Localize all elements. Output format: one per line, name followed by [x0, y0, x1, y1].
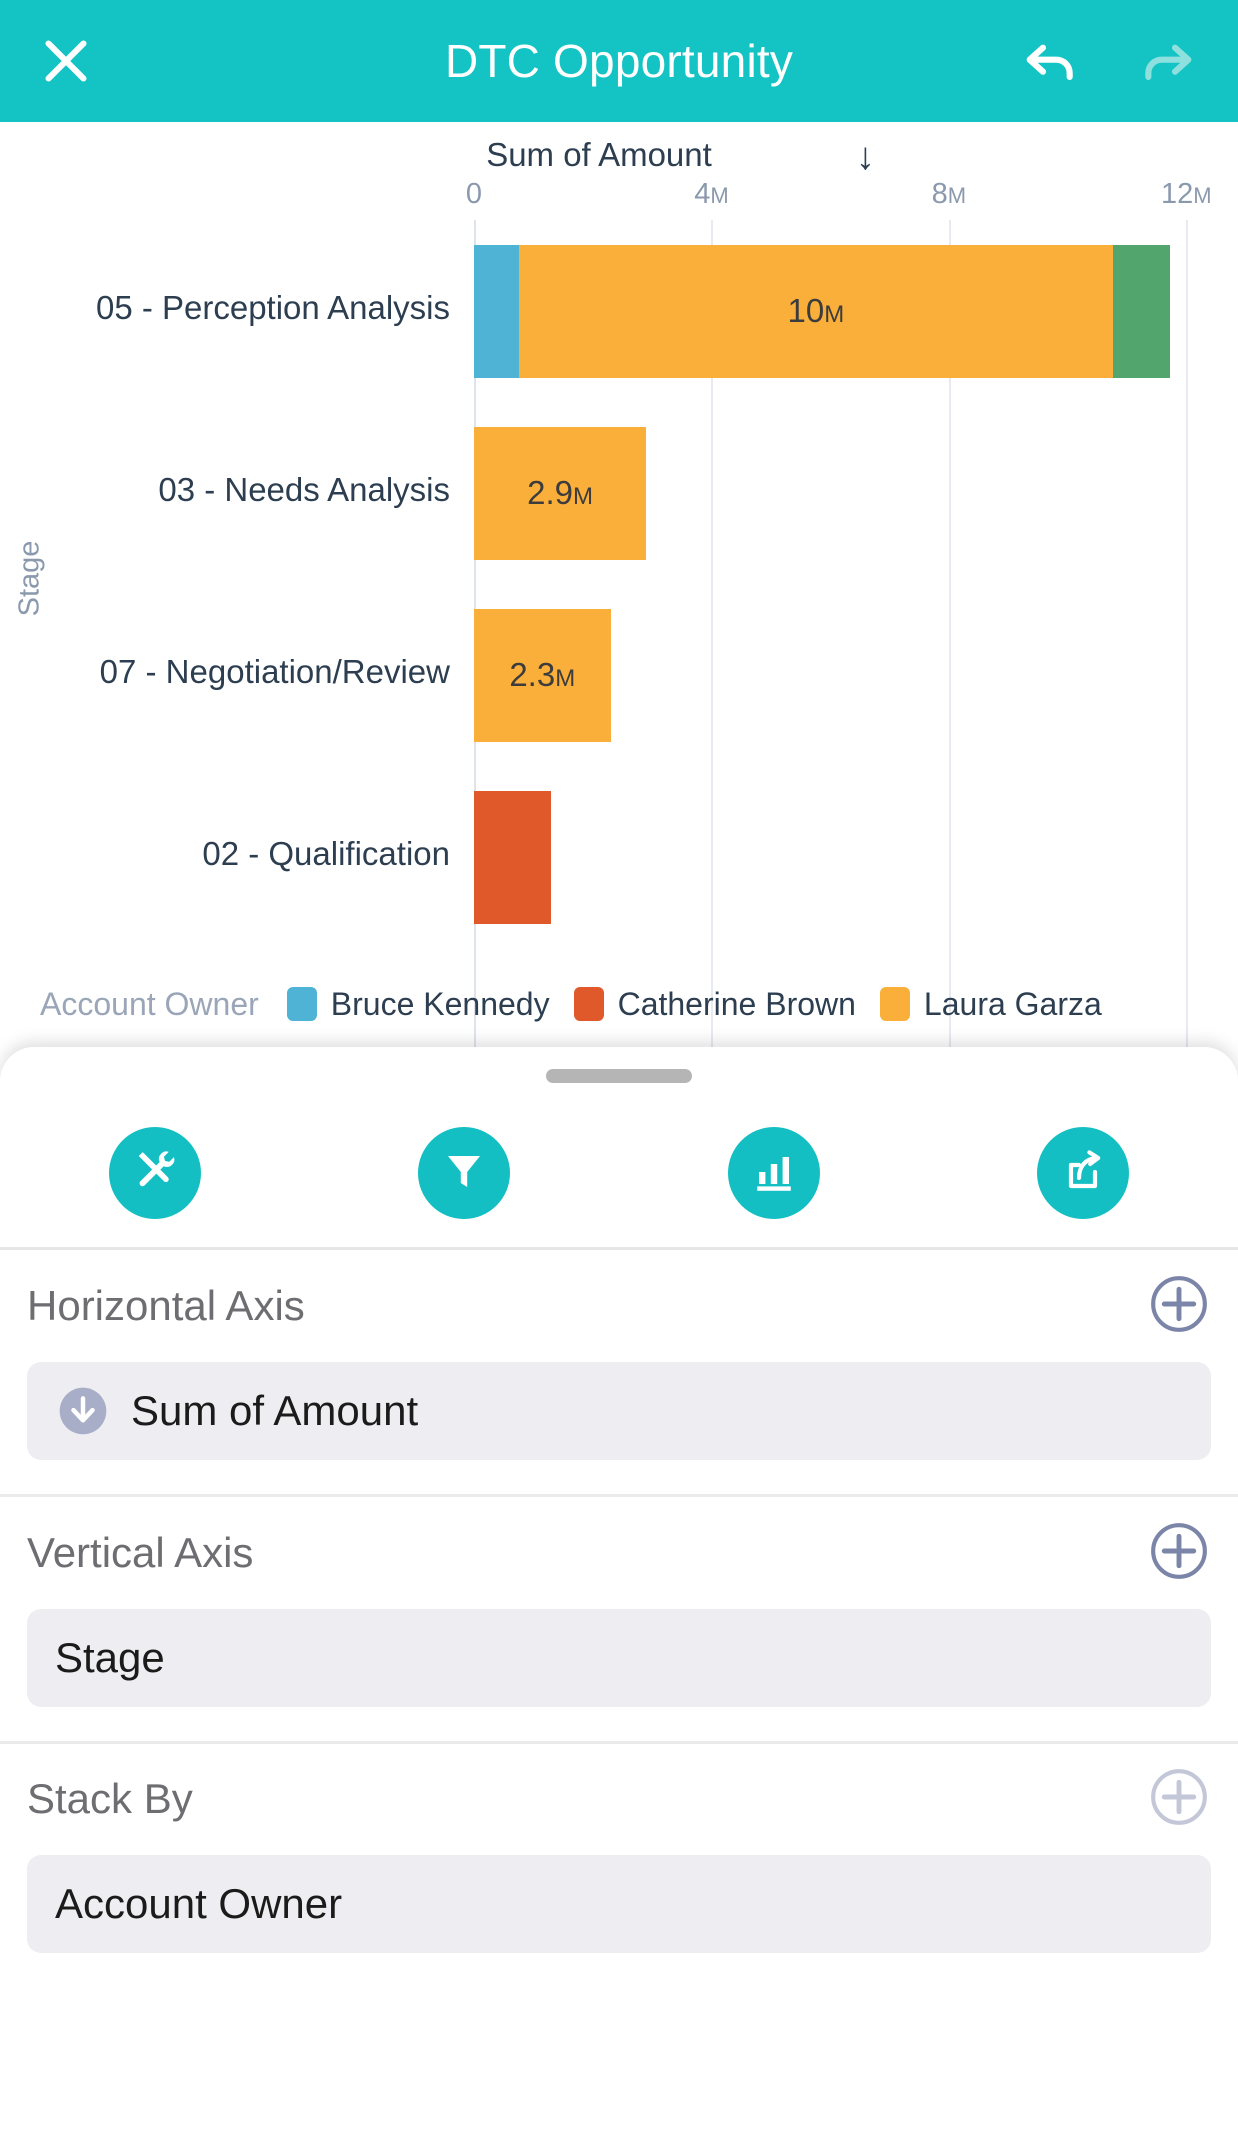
app-header: DTC Opportunity	[0, 0, 1238, 122]
panel-section: Vertical Axis Stage	[0, 1497, 1238, 1744]
legend-label: Catherine Brown	[617, 985, 856, 1022]
gridline	[1186, 220, 1189, 1058]
bar-segment[interactable]	[1112, 244, 1170, 378]
bar-chart-icon	[750, 1146, 798, 1199]
share-button[interactable]	[1037, 1126, 1130, 1219]
bar-value-label: 2.3M	[509, 656, 576, 693]
filter-funnel-icon	[440, 1146, 488, 1199]
chart-toolbar	[0, 1100, 1238, 1245]
bar-value-label: 10M	[787, 292, 845, 329]
y-axis-tick-label: 03 - Needs Analysis	[158, 471, 450, 508]
bar-value-label-wrap: 2.9M	[474, 427, 646, 560]
x-tick-label: 12M	[1161, 178, 1212, 210]
tool-cell-filter	[310, 1126, 620, 1219]
x-tick-label: 8M	[931, 178, 967, 210]
panel-section: Stack By Account Owner	[0, 1743, 1238, 1953]
panel-header: Horizontal Axis	[0, 1250, 1238, 1362]
panel-title: Stack By	[27, 1775, 193, 1822]
panel-title: Horizontal Axis	[27, 1282, 305, 1329]
legend-color-swatch	[286, 987, 317, 1021]
tools-button[interactable]	[108, 1126, 201, 1219]
undo-arrow-icon[interactable]	[1016, 26, 1086, 96]
legend-items: Bruce Kennedy Catherine Brown Laura Garza	[286, 985, 1126, 1023]
legend-item[interactable]: Bruce Kennedy	[286, 985, 550, 1023]
legend-label: Bruce Kennedy	[330, 985, 550, 1022]
plus-circle-icon	[1148, 1273, 1210, 1340]
legend-title: Account Owner	[40, 985, 259, 1022]
share-export-icon	[1059, 1146, 1107, 1199]
redo-arrow-icon[interactable]	[1132, 26, 1202, 96]
tools-icon	[130, 1145, 180, 1200]
sort-descending-circle-icon[interactable]	[55, 1383, 111, 1439]
add-field-button[interactable]	[1148, 1768, 1210, 1830]
legend-label: Laura Garza	[923, 985, 1102, 1022]
app-screen: DTC Opportunity Sum of Amount ↓ 0 4M 8M 12M…	[0, 0, 1238, 2154]
plus-circle-icon	[1148, 1766, 1210, 1833]
chart-canvas[interactable]: Sum of Amount ↓ 0 4M 8M 12M Stage 05 - Perc…	[0, 122, 1238, 1060]
y-axis-tick-label: 02 - Qualification	[202, 835, 450, 872]
panel-section: Horizontal Axis Sum of Amount	[0, 1250, 1238, 1497]
bottom-sheet: Horizontal Axis Sum of Amount Vertical Axi…	[0, 1047, 1238, 2154]
bar-segment[interactable]	[474, 790, 552, 924]
tool-cell-share	[929, 1126, 1238, 1219]
legend-item[interactable]: Catherine Brown	[573, 985, 856, 1023]
panel-title: Vertical Axis	[27, 1529, 254, 1576]
field-chip-label: Sum of Amount	[131, 1387, 419, 1434]
chart-type-button[interactable]	[727, 1126, 820, 1219]
legend-color-swatch	[573, 987, 604, 1021]
filter-button[interactable]	[418, 1126, 511, 1219]
field-chip[interactable]: Account Owner	[27, 1855, 1211, 1953]
field-chip-label: Account Owner	[55, 1880, 343, 1927]
add-field-button[interactable]	[1148, 1275, 1210, 1337]
bar-value-label-wrap: 2.3M	[474, 609, 611, 742]
bar-value-label-wrap: 10M	[519, 245, 1113, 378]
x-tick-label: 0	[465, 178, 483, 210]
panel-header: Stack By	[0, 1743, 1238, 1855]
tool-cell-chart	[619, 1126, 929, 1219]
y-axis-tick-label: 05 - Perception Analysis	[95, 289, 450, 326]
tool-cell-tools	[0, 1126, 310, 1219]
field-chip-label: Stage	[55, 1634, 165, 1681]
y-axis-title: Stage	[13, 540, 46, 617]
bar-segment[interactable]	[474, 244, 520, 378]
chart-legend: Account Owner Bruce Kennedy Catherine Bro…	[0, 969, 1238, 1039]
add-field-button[interactable]	[1148, 1522, 1210, 1584]
field-chip[interactable]: Sum of Amount	[27, 1362, 1211, 1460]
legend-item[interactable]: Laura Garza	[879, 985, 1102, 1023]
field-chip[interactable]: Stage	[27, 1609, 1211, 1707]
y-axis-tick-label: 07 - Negotiation/Review	[99, 653, 450, 690]
panel-header: Vertical Axis	[0, 1497, 1238, 1609]
bar-value-label: 2.9M	[527, 474, 593, 511]
plus-circle-icon	[1148, 1520, 1210, 1587]
sheet-drag-handle[interactable]	[546, 1069, 692, 1083]
legend-color-swatch	[879, 987, 910, 1021]
x-tick-label: 4M	[694, 178, 729, 210]
